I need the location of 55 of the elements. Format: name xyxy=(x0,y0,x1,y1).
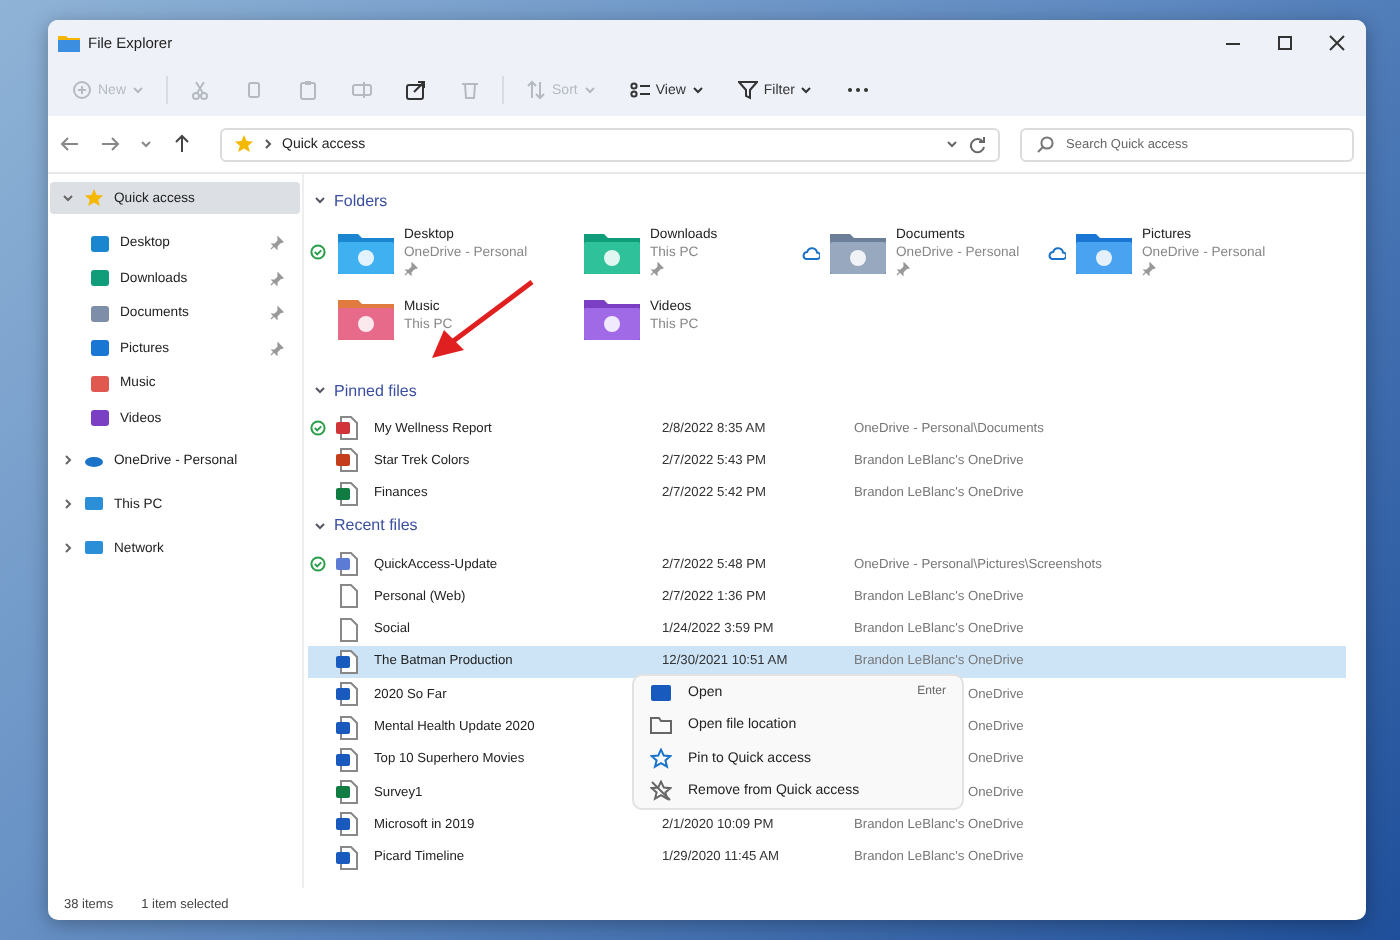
document-file-icon xyxy=(336,649,358,674)
document-file-icon xyxy=(336,747,358,772)
star-icon xyxy=(650,747,672,770)
caret-icon xyxy=(946,140,958,148)
chevron-icon xyxy=(314,384,326,396)
star-slash-icon xyxy=(650,780,672,803)
maximize-icon[interactable] xyxy=(1276,33,1294,51)
folder-icon xyxy=(58,33,80,51)
caret-icon xyxy=(800,86,813,94)
section-header[interactable]: Pinned files xyxy=(308,376,1366,404)
blank-file-icon xyxy=(336,584,358,609)
chevron-icon xyxy=(314,194,326,206)
refresh-icon xyxy=(968,135,986,153)
copy-icon xyxy=(244,80,265,100)
document-file-icon xyxy=(336,780,358,805)
caret-icon[interactable] xyxy=(140,140,152,148)
close-icon[interactable] xyxy=(1328,33,1346,51)
section-header[interactable]: Folders xyxy=(308,186,1366,214)
up-icon[interactable] xyxy=(172,134,192,154)
chevron-icon xyxy=(264,138,272,150)
caret-icon xyxy=(132,86,145,94)
add-icon xyxy=(72,80,92,100)
document-file-icon xyxy=(336,448,358,473)
blank-file-icon xyxy=(336,617,358,642)
clipboard-icon xyxy=(298,80,319,100)
caret-icon xyxy=(691,86,704,94)
caret-icon xyxy=(583,86,596,94)
chevron-icon xyxy=(314,519,326,532)
chevron-icon xyxy=(62,454,74,466)
share-icon xyxy=(406,80,427,100)
document-file-icon xyxy=(336,682,358,707)
folder-icon xyxy=(650,714,672,737)
document-file-icon xyxy=(336,552,358,577)
word-icon xyxy=(650,681,672,704)
section-header[interactable]: Recent files xyxy=(308,511,1366,540)
document-file-icon xyxy=(336,416,358,441)
filter-icon xyxy=(737,80,758,100)
document-file-icon xyxy=(336,481,358,506)
document-file-icon xyxy=(336,812,358,837)
document-file-icon xyxy=(336,845,358,870)
forward-icon[interactable] xyxy=(100,134,120,154)
star-icon xyxy=(234,134,254,154)
chevron-icon xyxy=(62,192,74,204)
document-file-icon xyxy=(336,715,358,740)
sort-icon xyxy=(526,80,547,100)
chevron-icon xyxy=(62,498,74,510)
more-icon xyxy=(846,86,871,94)
search-icon xyxy=(1036,135,1054,153)
chevron-icon xyxy=(62,542,74,554)
scissors-icon xyxy=(190,80,211,100)
rename-icon xyxy=(352,80,373,100)
back-icon[interactable] xyxy=(60,134,80,154)
trash-icon xyxy=(460,80,481,100)
list-view-icon xyxy=(629,80,650,100)
star-icon xyxy=(84,188,104,208)
